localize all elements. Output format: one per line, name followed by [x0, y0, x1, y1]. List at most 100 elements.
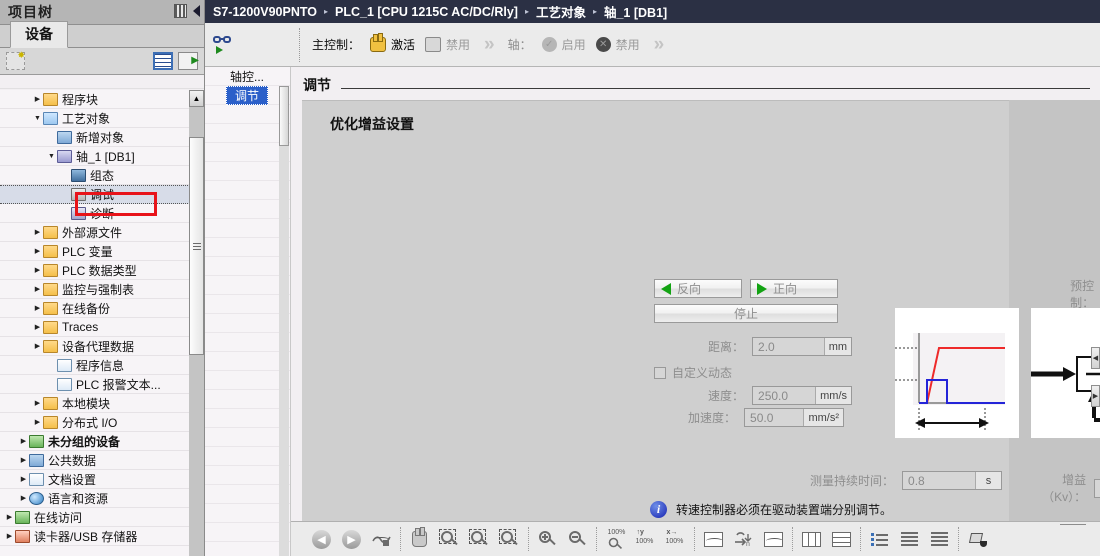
forward-button[interactable]: 正向 [750, 279, 838, 298]
curve-pin-icon[interactable] [371, 529, 392, 550]
tree-item-17[interactable]: 分布式 I/O [0, 413, 190, 432]
tree-item-21[interactable]: 语言和资源 [0, 489, 190, 508]
snapshot-icon[interactable] [763, 529, 784, 550]
chevron-right-icon[interactable] [32, 418, 43, 426]
chevron-right-icon[interactable] [18, 456, 29, 464]
zoom-out-icon[interactable] [567, 529, 588, 550]
disable-button[interactable]: ✕ 禁用 [595, 36, 640, 53]
tree-item-13[interactable]: 设备代理数据 [0, 337, 190, 356]
measure-duration-field[interactable]: 0.8 s [902, 471, 1003, 490]
tree-item-0[interactable]: 程序块 [0, 90, 190, 109]
tree-item-8[interactable]: PLC 变量 [0, 242, 190, 261]
zoom-100-icon[interactable]: 100% [605, 529, 626, 550]
tree-item-3[interactable]: 轴_1 [DB1] [0, 147, 190, 166]
tree-item-10[interactable]: 监控与强制表 [0, 280, 190, 299]
chevron-right-icon[interactable] [32, 323, 43, 331]
measure-cursor-icon[interactable]: n [733, 529, 754, 550]
zoom-y-icon[interactable] [469, 528, 490, 550]
breadcrumb-item-1[interactable]: PLC_1 [CPU 1215C AC/DC/Rly] [335, 5, 518, 19]
tree-item-2[interactable]: 新增对象 [0, 128, 190, 147]
breadcrumb-item-0[interactable]: S7-1200V90PNTO [213, 5, 317, 19]
tree-item-4[interactable]: 组态 [0, 166, 190, 185]
tree-item-15[interactable]: PLC 报警文本... [0, 375, 190, 394]
back-arrow-icon[interactable]: ◀ [311, 529, 332, 550]
fill-color-icon[interactable] [967, 529, 988, 550]
scrollbar-thumb[interactable] [189, 137, 204, 355]
nav-item-tuning[interactable]: 调节 [226, 86, 268, 105]
chevron-right-icon[interactable] [32, 304, 43, 312]
zoom-in-icon[interactable] [537, 529, 558, 550]
export-icon[interactable] [178, 52, 199, 70]
legend-list-icon[interactable] [869, 529, 890, 550]
custom-dynamic-checkbox[interactable] [654, 366, 666, 379]
chevron-right-icon[interactable] [32, 95, 43, 103]
nav-strip-scrollbar[interactable] [279, 86, 289, 556]
tab-devices[interactable]: 设备 [10, 21, 68, 48]
tree-item-19[interactable]: 公共数据 [0, 451, 190, 470]
expand-more-icon-2[interactable]: » [654, 34, 664, 56]
scale-y-100-icon[interactable]: ↑y 100% [635, 529, 656, 550]
split-horizontal-icon[interactable] [831, 529, 852, 550]
zoom-area-icon[interactable] [439, 528, 460, 550]
nav-scrollbar-thumb[interactable] [279, 86, 289, 146]
detail-view-icon[interactable] [153, 52, 173, 70]
chevron-right-icon[interactable] [32, 399, 43, 407]
chevron-right-icon[interactable] [32, 342, 43, 350]
right-splitter-right-arrow[interactable]: ▶ [1091, 385, 1100, 407]
align-left-icon[interactable] [899, 529, 920, 550]
deactivate-button[interactable]: 禁用 [425, 36, 470, 53]
stop-button[interactable]: 停止 [654, 304, 838, 323]
signal-curve-icon[interactable] [703, 529, 724, 550]
project-tree-list[interactable]: 程序块工艺对象新增对象轴_1 [DB1] 组态调试诊断外部源文件 PLC 变量 PLC… [0, 90, 190, 556]
custom-dynamic-row[interactable]: 自定义动态 [654, 364, 732, 381]
chevron-right-icon[interactable] [18, 494, 29, 502]
chevron-down-icon[interactable] [46, 153, 57, 160]
velocity-field[interactable]: 250.0 mm/s [752, 386, 853, 405]
tree-item-12[interactable]: Traces [0, 318, 190, 337]
expand-more-icon-1[interactable]: » [484, 34, 494, 56]
tree-item-5[interactable]: 调试 [0, 185, 190, 204]
reverse-button[interactable]: 反向 [654, 279, 742, 298]
zoom-x-icon[interactable] [499, 528, 520, 550]
acceleration-field[interactable]: 50.0 mm/s² [744, 408, 845, 427]
collapse-panel-icon[interactable] [193, 5, 200, 17]
chevron-right-icon[interactable] [18, 475, 29, 483]
toolbar-overflow-icon[interactable] [1060, 524, 1086, 527]
chevron-right-icon[interactable] [32, 247, 43, 255]
tree-item-14[interactable]: 程序信息 [0, 356, 190, 375]
chevron-right-icon[interactable] [4, 532, 15, 540]
tree-item-11[interactable]: 在线备份 [0, 299, 190, 318]
activate-button[interactable]: 激活 [370, 33, 415, 53]
breadcrumb-item-3[interactable]: 轴_1 [DB1] [604, 2, 667, 21]
tree-item-7[interactable]: 外部源文件 [0, 223, 190, 242]
tree-item-23[interactable]: 读卡器/USB 存储器 [0, 527, 190, 546]
tree-item-20[interactable]: 文档设置 [0, 470, 190, 489]
columns-icon[interactable] [174, 4, 187, 18]
chevron-right-icon[interactable] [18, 437, 29, 445]
chevron-right-icon[interactable] [32, 228, 43, 236]
split-vertical-icon[interactable] [801, 529, 822, 550]
tree-item-18[interactable]: 未分组的设备 [0, 432, 190, 451]
nav-item-axis-control[interactable]: 轴控... [205, 67, 289, 86]
tree-vertical-scrollbar[interactable]: ▲ [189, 90, 204, 556]
right-splitter-left-arrow[interactable]: ◀ [1091, 347, 1100, 369]
monitor-glasses-icon[interactable] [213, 35, 235, 55]
chevron-right-icon[interactable] [4, 513, 15, 521]
new-item-icon[interactable] [6, 50, 25, 70]
tree-item-9[interactable]: PLC 数据类型 [0, 261, 190, 280]
scroll-up-icon[interactable]: ▲ [189, 90, 204, 107]
chevron-right-icon[interactable] [32, 285, 43, 293]
distance-field[interactable]: 2.0 mm [752, 337, 853, 356]
tree-item-1[interactable]: 工艺对象 [0, 109, 190, 128]
tree-item-6[interactable]: 诊断 [0, 204, 190, 223]
align-right-icon[interactable] [929, 529, 950, 550]
tree-item-16[interactable]: 本地模块 [0, 394, 190, 413]
chevron-down-icon[interactable] [32, 115, 43, 122]
forward-arrow-icon[interactable]: ▶ [341, 529, 362, 550]
gain-field[interactable]: 10.0 1/s [1094, 478, 1100, 498]
enable-button[interactable]: ✓ 启用 [541, 36, 586, 53]
tree-item-22[interactable]: 在线访问 [0, 508, 190, 527]
scale-x-100-icon[interactable]: x→ 100% [665, 529, 686, 550]
pan-hand-icon[interactable] [409, 527, 430, 550]
chevron-right-icon[interactable] [32, 266, 43, 274]
